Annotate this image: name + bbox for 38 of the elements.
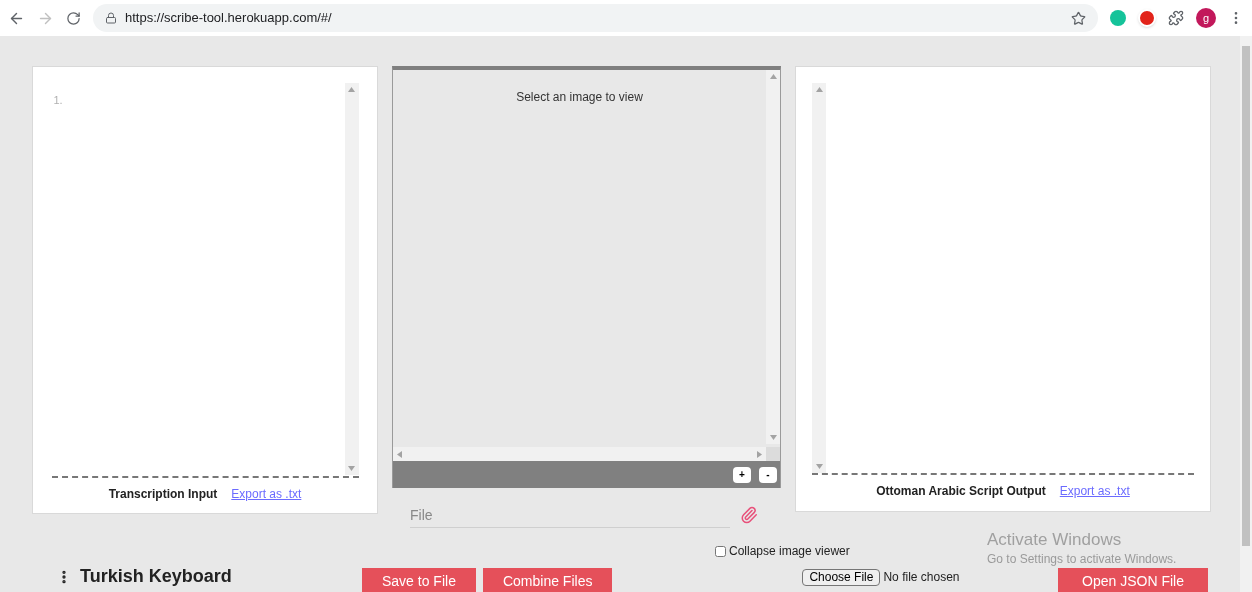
line-number: 1. <box>53 94 63 106</box>
address-bar[interactable]: https://scribe-tool.herokuapp.com/#/ <box>93 4 1098 32</box>
zoom-in-button[interactable]: + <box>733 466 751 483</box>
panel-title: Ottoman Arabic Script Output <box>876 483 1046 500</box>
export-link[interactable]: Export as .txt <box>1059 482 1130 500</box>
bookmark-star-icon[interactable] <box>1071 10 1086 26</box>
keyboard-title: Turkish Keyboard <box>80 565 232 588</box>
panel-title: Transcription Input <box>108 486 218 503</box>
checkbox-label: Collapse image viewer <box>729 543 850 560</box>
extension-icon[interactable] <box>1110 10 1126 26</box>
file-status: No file chosen <box>883 569 960 586</box>
activation-title: Activate Windows <box>987 529 1123 551</box>
scroll-down-icon[interactable] <box>815 464 823 469</box>
empty-message: Select an image to view <box>516 89 643 106</box>
scroll-left-icon[interactable] <box>397 450 402 458</box>
choose-file-button[interactable]: Choose File <box>802 568 881 586</box>
open-json-button[interactable]: Open JSON File <box>1058 568 1208 592</box>
profile-avatar[interactable]: g <box>1196 8 1216 28</box>
scroll-down-icon[interactable] <box>348 466 355 471</box>
activation-text: Go to Settings to activate Windows. <box>987 551 1177 569</box>
transcription-textarea[interactable]: 1. <box>51 83 345 475</box>
extension-icon[interactable] <box>1138 9 1156 27</box>
scroll-right-icon[interactable] <box>757 450 762 458</box>
paperclip-icon[interactable] <box>740 506 758 524</box>
action-button[interactable]: Save to File <box>362 568 476 592</box>
scroll-down-icon[interactable] <box>769 435 777 440</box>
action-button[interactable]: Combine Files <box>482 568 613 592</box>
scroll-up-icon[interactable] <box>815 87 823 92</box>
export-link[interactable]: Export as .txt <box>231 485 302 503</box>
reload-icon[interactable] <box>66 10 81 26</box>
scroll-up-icon[interactable] <box>348 87 355 92</box>
extensions-icon[interactable] <box>1168 10 1184 26</box>
url-text: https://scribe-tool.herokuapp.com/#/ <box>125 9 333 28</box>
collapse-checkbox[interactable] <box>715 545 726 557</box>
scroll-up-icon[interactable] <box>769 74 777 79</box>
zoom-out-button[interactable]: - <box>759 466 777 483</box>
lock-icon <box>105 12 117 24</box>
file-field[interactable]: File <box>410 502 730 528</box>
